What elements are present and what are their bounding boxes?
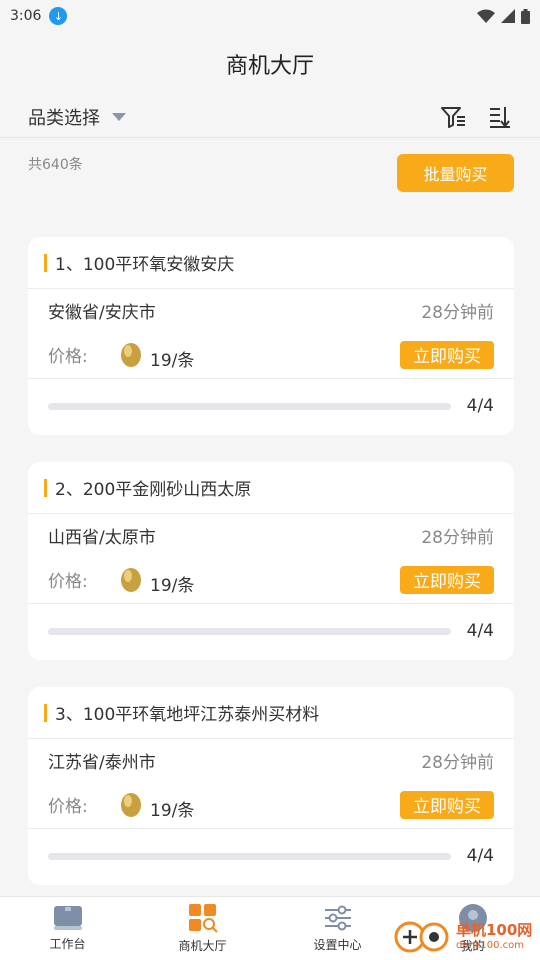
download-icon: ↓ <box>49 7 68 25</box>
title-bar: 商机大厅 <box>0 32 540 96</box>
watermark-logo-icon <box>394 921 449 953</box>
status-time: 3:06 <box>10 8 42 24</box>
card-location: 山西省/太原市 <box>48 527 156 548</box>
signal-icon <box>501 9 515 23</box>
tab-settings[interactable]: 设置中心 <box>270 897 405 960</box>
caret-down-icon[interactable] <box>112 112 126 121</box>
buy-now-button[interactable]: 立即购买 <box>400 565 494 594</box>
price-value: 19/条 <box>150 576 195 596</box>
card-time: 28分钟前 <box>421 302 494 323</box>
price-value: 19/条 <box>150 801 195 821</box>
progress-text: 4/4 <box>466 396 494 416</box>
price-label: 价格: <box>48 572 88 592</box>
progress-fill <box>48 402 451 410</box>
price-label: 价格: <box>48 797 88 817</box>
buy-now-button[interactable]: 立即购买 <box>400 790 494 819</box>
opportunity-card[interactable]: 1、100平环氧安徽安庆 安徽省/安庆市 28分钟前 价格: 19/条 立即购买… <box>28 237 514 435</box>
tab-opportunity-hall[interactable]: 商机大厅 <box>135 897 270 960</box>
watermark-url: danji100.com <box>456 940 524 951</box>
sliders-icon <box>324 905 351 931</box>
watermark-title: 单机100网 <box>456 921 533 939</box>
progress-bar <box>48 852 451 860</box>
progress-fill <box>48 627 451 635</box>
card-time: 28分钟前 <box>421 527 494 548</box>
workbench-icon <box>53 906 82 930</box>
progress-text: 4/4 <box>466 846 494 866</box>
card-title: 3、100平环氧地坪江苏泰州买材料 <box>55 705 320 725</box>
filter-icon[interactable] <box>440 105 466 129</box>
price-value: 19/条 <box>150 351 195 371</box>
gold-nugget-icon <box>121 567 141 592</box>
opportunity-card[interactable]: 3、100平环氧地坪江苏泰州买材料 江苏省/泰州市 28分钟前 价格: 19/条… <box>28 687 514 885</box>
grid-search-icon <box>188 904 218 933</box>
card-time: 28分钟前 <box>421 752 494 773</box>
battery-icon <box>521 8 530 24</box>
accent-bar <box>44 253 47 272</box>
card-location: 安徽省/安庆市 <box>48 302 156 323</box>
accent-bar <box>44 478 47 497</box>
opportunity-card[interactable]: 2、200平金刚砂山西太原 山西省/太原市 28分钟前 价格: 19/条 立即购… <box>28 462 514 660</box>
accent-bar <box>44 703 47 722</box>
gold-nugget-icon <box>121 342 141 367</box>
progress-bar <box>48 627 451 635</box>
buy-now-button[interactable]: 立即购买 <box>400 340 494 369</box>
category-select[interactable]: 品类选择 <box>28 104 100 130</box>
watermark-logo: 单机100网 danji100.com <box>392 912 538 958</box>
tab-label: 工作台 <box>49 937 86 951</box>
progress-bar <box>48 402 451 410</box>
total-count: 共640条 <box>28 157 83 173</box>
card-title: 2、200平金刚砂山西太原 <box>55 480 252 500</box>
sort-icon[interactable] <box>488 105 512 129</box>
filter-bar: 品类选择 <box>0 96 540 138</box>
progress-fill <box>48 852 451 860</box>
status-bar: 3:06 ↓ <box>0 0 540 32</box>
progress-text: 4/4 <box>466 621 494 641</box>
wifi-icon <box>477 9 495 23</box>
status-icons <box>477 8 530 24</box>
card-title: 1、100平环氧安徽安庆 <box>55 255 235 275</box>
tab-label: 设置中心 <box>313 938 362 952</box>
bulk-buy-button[interactable]: 批量购买 <box>397 154 514 192</box>
tab-workbench[interactable]: 工作台 <box>0 897 135 960</box>
page-title: 商机大厅 <box>225 54 314 79</box>
price-label: 价格: <box>48 347 88 367</box>
tab-label: 商机大厅 <box>178 939 227 953</box>
card-location: 江苏省/泰州市 <box>48 752 156 773</box>
gold-nugget-icon <box>121 792 141 817</box>
